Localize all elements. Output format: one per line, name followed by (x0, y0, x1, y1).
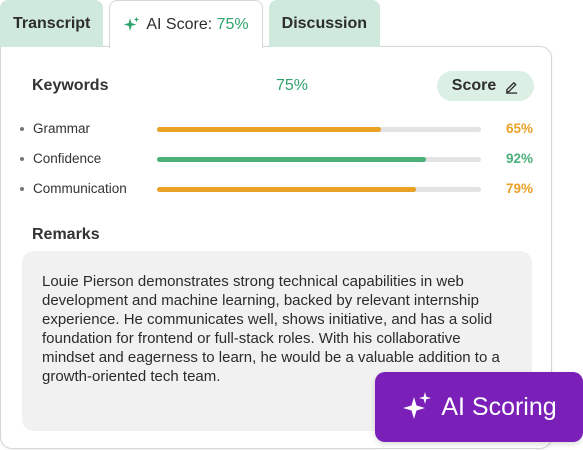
metric-grammar: Grammar 65% (1, 119, 553, 139)
tab-ai-score-percent: 75% (216, 15, 249, 33)
tab-transcript[interactable]: Transcript (0, 0, 104, 47)
progress-track (157, 127, 481, 132)
tab-discussion-label: Discussion (281, 14, 367, 32)
bullet-icon (20, 127, 24, 131)
metric-value: 79% (506, 181, 534, 196)
ai-scoring-badge: AI Scoring (375, 372, 583, 442)
metric-label: Communication (33, 181, 127, 196)
edit-icon (506, 81, 518, 94)
progress-fill (157, 187, 417, 192)
keywords-total-score: 75% (276, 77, 309, 94)
metric-confidence: Confidence 92% (1, 149, 553, 169)
tab-transcript-label: Transcript (13, 14, 91, 32)
metric-communication: Communication 79% (1, 179, 553, 199)
progress-track (157, 157, 481, 162)
metric-value: 65% (506, 121, 534, 136)
sparkle-icon (124, 16, 140, 31)
metric-label: Grammar (33, 121, 90, 136)
progress-track (157, 187, 481, 192)
sparkle-icon (403, 392, 432, 419)
progress-fill (157, 157, 426, 162)
keywords-heading: Keywords (32, 77, 109, 94)
metric-value: 92% (506, 151, 534, 166)
score-button-label: Score (451, 77, 497, 94)
metric-label: Confidence (33, 151, 102, 166)
ai-score-widget: Transcript AI Score: 75% Discussion Keyw… (0, 0, 583, 450)
tab-ai-score-label: AI Score: 75% (146, 15, 249, 33)
bullet-icon (20, 187, 24, 191)
progress-fill (157, 127, 381, 132)
tab-ai-score[interactable]: AI Score: 75% (109, 0, 263, 48)
score-button[interactable]: Score (437, 71, 534, 101)
remarks-heading: Remarks (32, 226, 100, 243)
ai-scoring-label: AI Scoring (441, 392, 557, 421)
tab-bar: Transcript AI Score: 75% Discussion (0, 0, 380, 48)
tab-discussion[interactable]: Discussion (268, 0, 380, 47)
bullet-icon (20, 157, 24, 161)
